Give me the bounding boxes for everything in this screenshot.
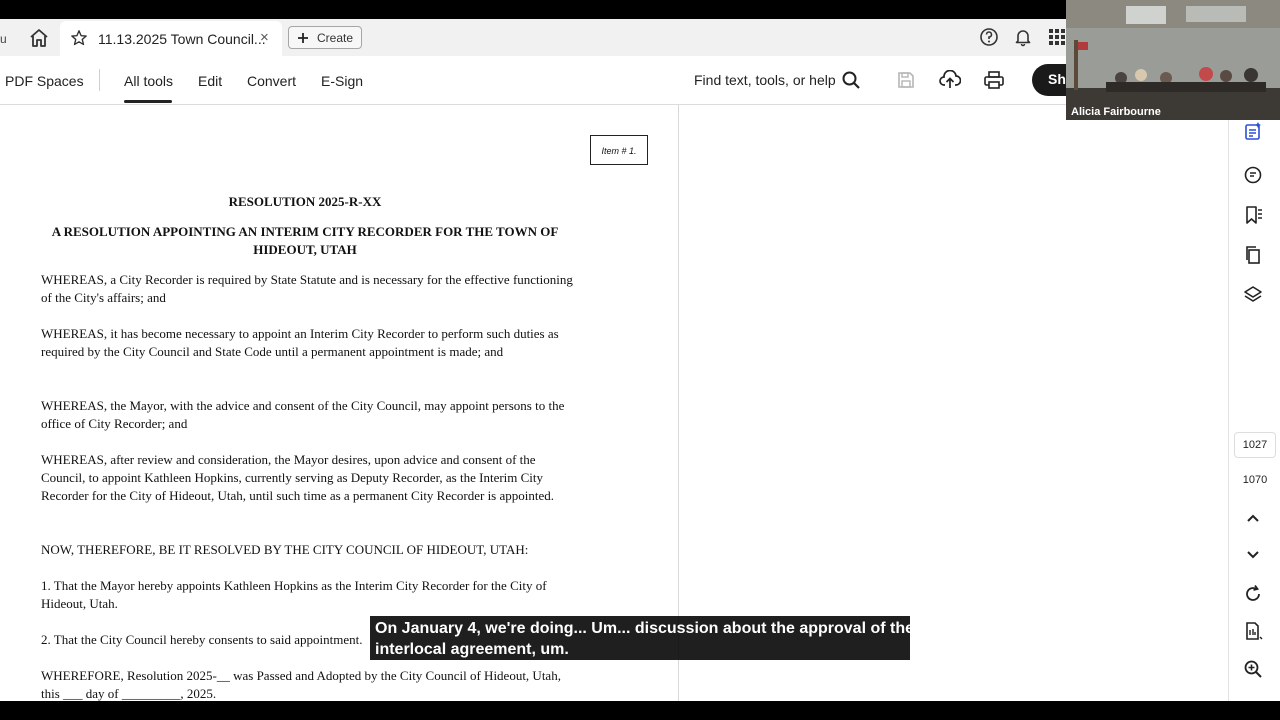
active-tab-indicator — [124, 100, 172, 103]
tab-title: 11.13.2025 Town Council... — [98, 31, 266, 47]
chevron-up-icon[interactable] — [1241, 507, 1265, 531]
bell-icon[interactable] — [1013, 27, 1033, 47]
caption-line-2: interlocal agreement, um. — [375, 641, 569, 658]
meeting-room-video-frame — [1066, 0, 1280, 120]
tab-all-tools[interactable]: All tools — [124, 73, 173, 89]
print-icon[interactable] — [983, 69, 1005, 91]
paragraph-8: WHEREFORE, Resolution 2025-__ was Passed… — [41, 668, 561, 701]
plus-icon — [298, 32, 308, 43]
paragraph-3: WHEREAS, the Mayor, with the advice and … — [41, 398, 565, 431]
live-caption: On January 4, we're doing... Um... discu… — [370, 616, 915, 660]
resolution-subtitle-line2: HIDEOUT, UTAH — [253, 242, 357, 257]
refresh-icon[interactable] — [1241, 582, 1265, 606]
save-icon[interactable] — [895, 69, 917, 91]
toolbar-divider — [99, 69, 100, 91]
right-tool-rail: 1027 1070 — [1228, 105, 1280, 701]
ai-assistant-icon[interactable] — [1241, 119, 1265, 143]
home-icon — [30, 29, 48, 47]
tab-e-sign[interactable]: E-Sign — [321, 73, 363, 89]
paragraph-2: WHEREAS, it has become necessary to appo… — [41, 326, 559, 359]
paragraph-1: WHEREAS, a City Recorder is required by … — [41, 272, 573, 305]
paragraph-5: NOW, THEREFORE, BE IT RESOLVED BY THE CI… — [41, 542, 529, 557]
pdf-page: Item # 1. RESOLUTION 2025-R-XX A RESOLUT… — [0, 105, 678, 701]
apps-grid-icon[interactable] — [1047, 27, 1067, 47]
total-pages: 1070 — [1242, 474, 1268, 486]
create-label: Create — [317, 30, 354, 45]
tab-edge-fragment: u — [0, 32, 7, 46]
search-icon[interactable] — [840, 69, 862, 91]
tab-edit[interactable]: Edit — [198, 73, 222, 89]
chevron-down-icon[interactable] — [1241, 542, 1265, 566]
paragraph-6: 1. That the Mayor hereby appoints Kathle… — [41, 578, 547, 611]
close-tab-icon[interactable]: × — [260, 29, 269, 46]
video-call-thumbnail[interactable]: Alicia Fairbourne — [1066, 0, 1280, 120]
empty-viewer-pane — [678, 105, 1228, 701]
current-page-field[interactable]: 1027 — [1234, 432, 1276, 458]
pages-icon[interactable] — [1241, 243, 1265, 267]
screen: u 11.13.2025 Town Council... × Create PD… — [0, 0, 1280, 720]
find-tools-input[interactable]: Find text, tools, or help — [694, 72, 836, 88]
help-icon[interactable] — [979, 27, 999, 47]
participant-name: Alicia Fairbourne — [1071, 106, 1161, 118]
content-area: Item # 1. RESOLUTION 2025-R-XX A RESOLUT… — [0, 105, 1280, 701]
tab-convert[interactable]: Convert — [247, 73, 296, 89]
caption-line-1: On January 4, we're doing... Um... discu… — [375, 620, 915, 637]
star-icon[interactable] — [70, 29, 88, 52]
upload-cloud-icon[interactable] — [939, 69, 961, 91]
comment-icon[interactable] — [1241, 163, 1265, 187]
resolution-subtitle-line1: A RESOLUTION APPOINTING AN INTERIM CITY … — [51, 224, 559, 239]
zoom-in-icon[interactable] — [1241, 657, 1265, 681]
resolution-title: RESOLUTION 2025-R-XX — [228, 194, 382, 209]
document-tab[interactable]: 11.13.2025 Town Council... × — [60, 21, 282, 56]
home-button[interactable] — [26, 25, 52, 51]
item-number-box: Item # 1. — [590, 135, 648, 165]
create-button[interactable]: Create — [288, 26, 362, 49]
layers-icon[interactable] — [1241, 283, 1265, 307]
bookmark-icon[interactable] — [1241, 203, 1265, 227]
page-fit-icon[interactable] — [1241, 619, 1265, 643]
pdf-spaces-link[interactable]: PDF Spaces — [5, 73, 84, 89]
paragraph-4: WHEREAS, after review and consideration,… — [41, 452, 555, 503]
